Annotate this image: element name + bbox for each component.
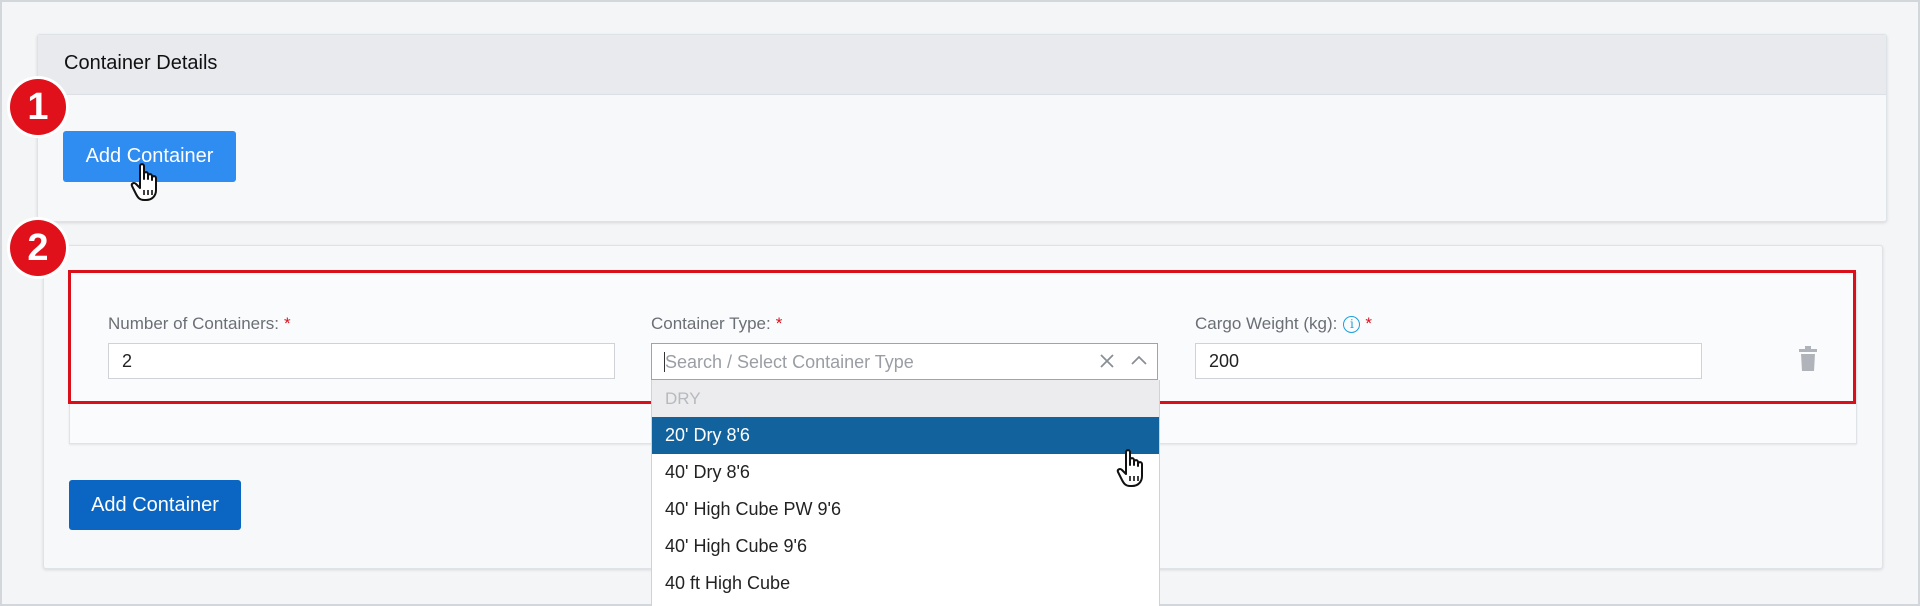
dropdown-option[interactable]: 40' High Cube PW 9'6 [652, 491, 1159, 528]
hand-pointer-icon [1116, 449, 1143, 487]
container-type-dropdown: DRY 20' Dry 8'6 40' Dry 8'6 40' High Cub… [651, 380, 1160, 606]
dropdown-option[interactable]: 40' Dry 8'6 [652, 454, 1159, 491]
step-badge-1: 1 [10, 79, 66, 135]
dropdown-option[interactable]: 40' High Cube 9'6 [652, 528, 1159, 565]
step-badge-2: 2 [10, 220, 66, 276]
dropdown-option[interactable]: 40 ft High Cube [652, 565, 1159, 602]
dropdown-option[interactable]: 20' Dry 8'6 [652, 417, 1159, 454]
panel-title: Container Details [64, 52, 218, 74]
dropdown-group-label: DRY [652, 380, 1159, 417]
container-details-panel: Container Details [37, 34, 1887, 222]
hand-pointer-icon [130, 163, 157, 201]
panel-header: Container Details [38, 35, 1886, 95]
add-container-button-bottom[interactable]: Add Container [69, 480, 241, 530]
